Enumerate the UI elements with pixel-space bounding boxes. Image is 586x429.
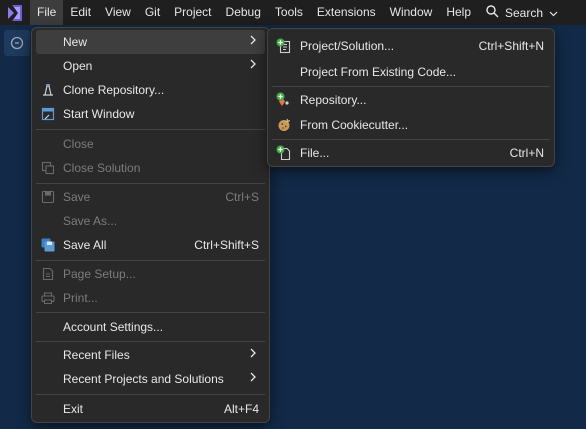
file-menu: New Open Clone Repository... Start Windo… [31,27,270,423]
menu-separator [36,312,265,313]
menu-item-label: Clone Repository... [63,83,165,97]
chevron-right-icon [250,58,257,73]
menu-edit[interactable]: Edit [63,0,98,25]
menu-item-label: Print... [63,291,98,305]
menu-separator [272,139,550,140]
menu-item-exit[interactable]: Exit Alt+F4 [36,397,265,421]
menu-separator [36,183,265,184]
menu-item-label: Account Settings... [63,320,164,334]
menu-item-label: Recent Projects and Solutions [63,372,224,386]
menu-extensions[interactable]: Extensions [310,0,383,25]
cookiecutter-icon [276,117,292,133]
menu-item-close[interactable]: Close [36,132,265,156]
menu-tools[interactable]: Tools [268,0,310,25]
menu-item-file[interactable]: File... Ctrl+N [272,141,550,165]
visual-studio-logo-icon[interactable] [0,0,30,25]
menu-item-recent-files[interactable]: Recent Files [36,343,265,367]
menu-item-save-all[interactable]: Save All Ctrl+Shift+S [36,233,265,257]
menu-item-label: Save [63,190,91,204]
shortcut-label: Ctrl+Shift+N [478,39,544,53]
menu-item-from-cookiecutter[interactable]: From Cookiecutter... [272,113,550,137]
menu-item-account-settings[interactable]: Account Settings... [36,315,265,339]
chevron-right-icon [250,371,257,386]
printer-icon [40,290,56,306]
menu-item-label: Start Window [63,107,135,121]
menu-item-label: Close Solution [63,161,141,175]
menu-debug[interactable]: Debug [219,0,268,25]
menu-view[interactable]: View [98,0,138,25]
menu-item-save[interactable]: Save Ctrl+S [36,185,265,209]
menu-item-label: Save As... [63,214,118,228]
menu-item-label: Project/Solution... [300,39,395,53]
new-project-icon [276,38,292,54]
new-file-icon [276,145,292,161]
menu-item-label: File... [300,146,330,160]
menu-item-label: Project From Existing Code... [300,65,457,79]
menu-item-close-solution[interactable]: Close Solution [36,156,265,180]
chevron-right-icon [250,347,257,362]
menu-window[interactable]: Window [383,0,440,25]
menu-item-label: From Cookiecutter... [300,118,409,132]
clone-repository-icon [40,82,56,98]
menu-item-open[interactable]: Open [36,54,265,78]
search-label: Search [505,5,544,20]
menu-item-label: Close [63,137,94,151]
menu-item-label: Open [63,59,93,73]
menu-item-recent-projects[interactable]: Recent Projects and Solutions [36,367,265,391]
shortcut-label: Ctrl+S [225,190,259,204]
menu-item-label: Repository... [300,93,367,107]
close-solution-icon [40,160,56,176]
menu-separator [36,341,265,342]
menu-item-print[interactable]: Print... [36,286,265,310]
toolbar-navigate-icon[interactable] [4,30,30,56]
search-box[interactable]: Search [480,0,564,25]
menu-item-label: Page Setup... [63,267,136,281]
chevron-down-icon [549,6,558,20]
shortcut-label: Ctrl+Shift+S [194,238,259,252]
menu-help[interactable]: Help [439,0,478,25]
menu-separator [36,129,265,130]
menu-item-project-from-existing-code[interactable]: Project From Existing Code... [272,60,550,84]
menu-item-label: Recent Files [63,348,130,362]
menu-project[interactable]: Project [167,0,218,25]
menu-bar: File Edit View Git Project Debug Tools E… [0,0,586,25]
new-submenu: Project/Solution... Ctrl+Shift+N Project… [267,28,555,167]
menu-item-label: Exit [63,402,84,416]
menu-item-clone-repository[interactable]: Clone Repository... [36,78,265,102]
menu-item-repository[interactable]: Repository... [272,88,550,112]
page-setup-icon [40,266,56,282]
shortcut-label: Alt+F4 [223,402,259,416]
menu-item-label: Save All [63,238,107,252]
search-icon [486,4,499,21]
menu-file[interactable]: File [30,0,64,25]
chevron-right-icon [250,34,257,49]
start-window-icon [40,106,56,122]
menu-git[interactable]: Git [138,0,167,25]
menu-item-page-setup[interactable]: Page Setup... [36,262,265,286]
save-icon [40,189,56,205]
menu-separator [272,86,550,87]
new-repository-icon [276,92,292,108]
save-all-icon [40,237,56,253]
menu-item-save-as[interactable]: Save As... [36,209,265,233]
menu-item-start-window[interactable]: Start Window [36,102,265,126]
menu-separator [36,394,265,395]
shortcut-label: Ctrl+N [509,146,544,160]
menu-item-project-solution[interactable]: Project/Solution... Ctrl+Shift+N [272,34,550,58]
menu-item-label: New [63,35,88,49]
menu-separator [36,260,265,261]
menu-item-new[interactable]: New [36,30,265,54]
